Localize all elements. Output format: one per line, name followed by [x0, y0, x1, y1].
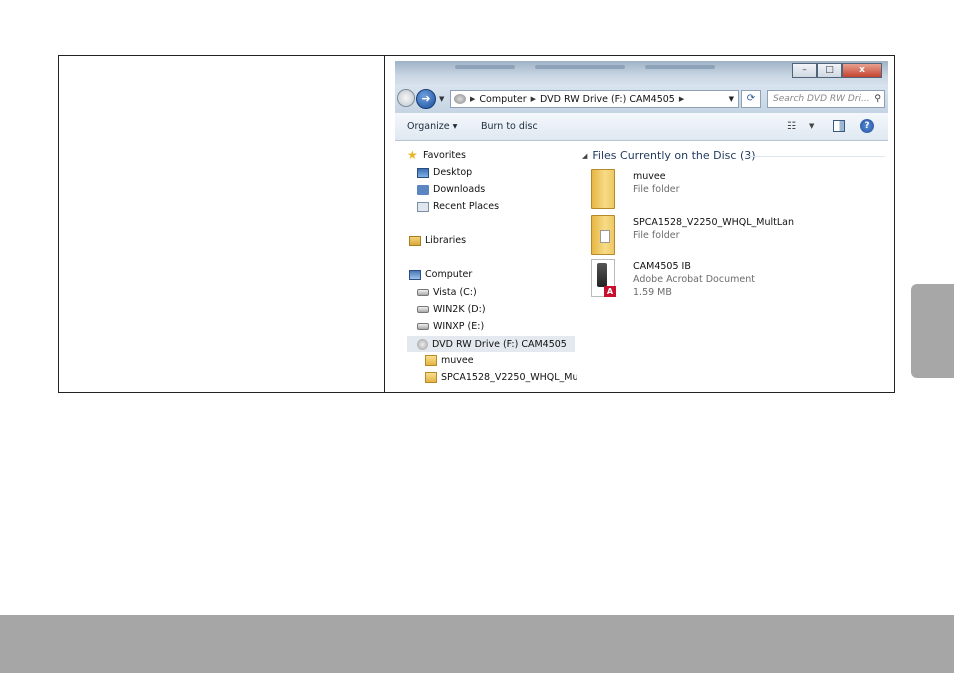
nav-folder-muvee[interactable]: muvee [425, 355, 474, 366]
file-list: ◢ Files Currently on the Disc (3) muvee … [577, 141, 888, 391]
nav-drive-c[interactable]: Vista (C:) [417, 287, 477, 298]
breadcrumb-computer[interactable]: Computer [479, 94, 526, 105]
file-type: Adobe Acrobat Document [633, 274, 755, 285]
recent-places-icon [417, 201, 429, 212]
nav-computer[interactable]: Computer [409, 269, 472, 280]
file-type: File folder [633, 230, 680, 241]
nav-drive-e[interactable]: WINXP (E:) [417, 321, 484, 332]
nav-downloads[interactable]: Downloads [417, 184, 485, 195]
computer-icon [409, 269, 421, 280]
file-size: 1.59 MB [633, 287, 672, 298]
file-name: muvee [633, 171, 666, 182]
file-name: CAM4505 IB [633, 261, 691, 272]
minimize-button[interactable]: – [792, 63, 817, 78]
folder-icon [425, 355, 437, 366]
hard-drive-icon [417, 323, 429, 330]
file-item-spca[interactable]: SPCA1528_V2250_WHQL_MultLan File folder [591, 215, 811, 257]
maximize-button[interactable]: □ [817, 63, 842, 78]
nav-desktop[interactable]: Desktop [417, 167, 472, 178]
downloads-icon [417, 184, 429, 195]
hard-drive-icon [417, 306, 429, 313]
back-button[interactable] [397, 89, 415, 107]
nav-drive-d[interactable]: WIN2K (D:) [417, 304, 486, 315]
libraries-icon [409, 235, 421, 246]
side-tab [911, 284, 954, 378]
preview-pane-icon[interactable] [833, 120, 845, 132]
command-bar: Organize ▾ Burn to disc ☷ ▼ ? [395, 113, 888, 141]
forward-button[interactable]: ➜ [416, 89, 436, 109]
folder-icon [591, 215, 615, 255]
nav-dvd-drive[interactable]: DVD RW Drive (F:) CAM4505 [407, 336, 575, 352]
title-bar: – □ x [395, 61, 888, 85]
star-icon: ★ [407, 148, 418, 162]
recent-pages-dropdown[interactable]: ▼ [439, 95, 444, 103]
burn-to-disc-button[interactable]: Burn to disc [481, 121, 538, 132]
pdf-icon: A [591, 259, 616, 297]
file-type: File folder [633, 184, 680, 195]
view-options-dropdown[interactable]: ▼ [809, 122, 814, 130]
chevron-right-icon: ▶ [470, 95, 476, 103]
hard-drive-icon [417, 289, 429, 296]
folder-icon [425, 372, 437, 383]
group-divider [745, 156, 885, 157]
dvd-drive-icon [417, 338, 428, 350]
group-header[interactable]: ◢ Files Currently on the Disc (3) [582, 149, 756, 162]
close-button[interactable]: x [842, 63, 882, 78]
chevron-right-icon: ▶ [678, 95, 685, 103]
frame-divider [384, 55, 385, 393]
refresh-button[interactable]: ⟳ [741, 90, 761, 108]
nav-recent-places[interactable]: Recent Places [417, 201, 499, 212]
file-item-cam4505[interactable]: A CAM4505 IB Adobe Acrobat Document 1.59… [591, 259, 791, 301]
folder-icon [591, 169, 615, 209]
address-row: ➜ ▼ ▶ Computer ▶ DVD RW Drive (F:) CAM45… [395, 85, 888, 113]
desktop-icon [417, 167, 429, 178]
dvd-drive-icon [454, 94, 466, 104]
nav-libraries[interactable]: Libraries [409, 235, 466, 246]
change-view-icon[interactable]: ☷ [787, 121, 796, 132]
address-bar[interactable]: ▶ Computer ▶ DVD RW Drive (F:) CAM4505 ▶… [450, 90, 739, 108]
footer-bar [0, 615, 954, 673]
collapse-triangle-icon[interactable]: ◢ [582, 152, 587, 160]
navigation-pane: ★ Favorites Desktop Downloads Recent Pla… [395, 141, 588, 391]
search-icon: ⚲ [874, 94, 881, 104]
nav-favorites[interactable]: ★ Favorites [407, 149, 466, 161]
explorer-window: – □ x ➜ ▼ ▶ Computer ▶ DVD RW Drive (F:)… [395, 61, 888, 391]
file-item-muvee[interactable]: muvee File folder [591, 169, 771, 211]
breadcrumb-dvd-drive[interactable]: DVD RW Drive (F:) CAM4505 [540, 94, 675, 105]
nav-folder-spca[interactable]: SPCA1528_V2250_WHQL_Multl [425, 372, 588, 383]
chevron-down-icon[interactable]: ▼ [729, 95, 734, 103]
organize-button[interactable]: Organize ▾ [407, 121, 457, 132]
search-input[interactable]: Search DVD RW Dri... ⚲ [767, 90, 885, 108]
file-name: SPCA1528_V2250_WHQL_MultLan [633, 217, 795, 228]
chevron-right-icon: ▶ [530, 95, 537, 103]
help-icon[interactable]: ? [860, 119, 874, 133]
